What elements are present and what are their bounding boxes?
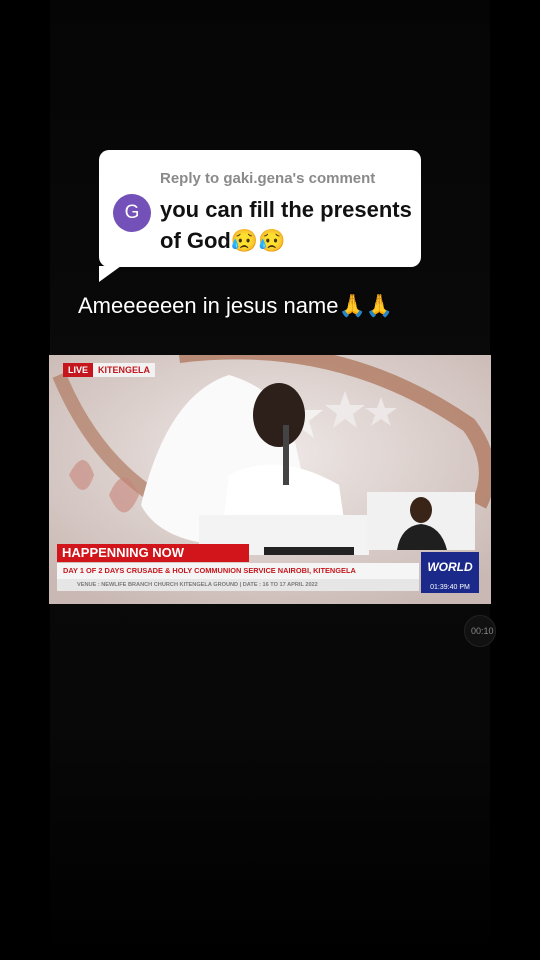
ticker-main: DAY 1 OF 2 DAYS CRUSADE & HOLY COMMUNION…	[57, 563, 419, 579]
reply-card-tail	[99, 266, 121, 282]
ticker-sub: VENUE : NEWLIFE BRANCH CHURCH KITENGELA …	[57, 579, 419, 591]
video-caption: Ameeeeeen in jesus name🙏🙏	[78, 293, 394, 318]
reply-comment-card: Reply to gaki.gena's comment G you can f…	[99, 150, 421, 282]
reply-header: Reply to gaki.gena's comment	[160, 170, 376, 187]
location-label: KITENGELA	[93, 363, 156, 377]
comment-text: you can fill the presents of God😥😥	[160, 197, 412, 253]
ticker-title: HAPPENNING NOW	[57, 544, 249, 562]
interpreter-image	[367, 492, 475, 550]
playback-timestamp[interactable]: 00:10	[464, 615, 496, 647]
sign-interpreter-inset	[367, 492, 475, 550]
channel-time: 01:39:40 PM	[421, 582, 479, 593]
live-label: LIVE	[63, 363, 94, 377]
embedded-video[interactable]: LIVE KITENGELA HAPPENNING NOW DAY 1 OF 2…	[49, 355, 491, 604]
live-badge: LIVE KITENGELA	[63, 363, 156, 377]
avatar: G	[113, 194, 151, 232]
channel-logo: WORLD	[421, 552, 479, 582]
